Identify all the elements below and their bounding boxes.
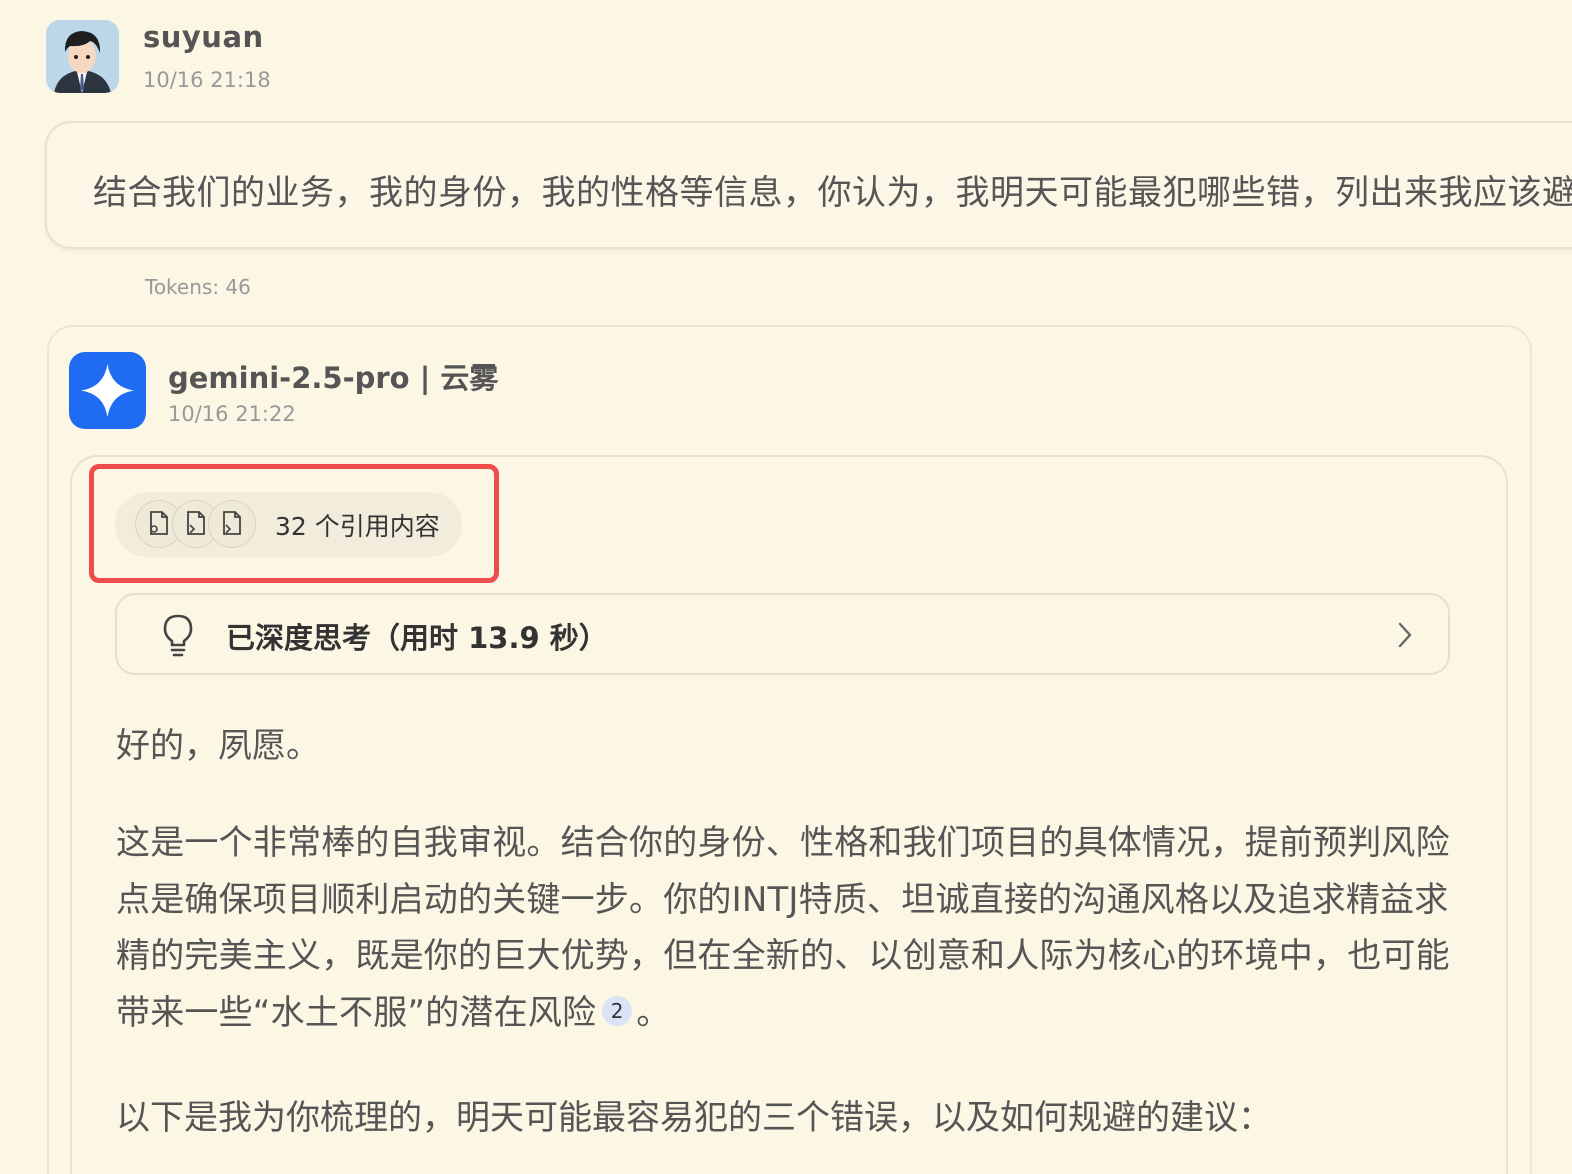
user-message-time: 10/16 21:18: [143, 68, 271, 92]
token-count: Tokens: 46: [145, 275, 251, 299]
user-message-bubble: 结合我们的业务，我的身份，我的性格等信息，你认为，我明天可能最犯哪些错，列出来我…: [45, 121, 1572, 249]
response-intro: 以下是我为你梳理的，明天可能最容易犯的三个错误，以及如何规避的建议：: [116, 1098, 1272, 1138]
response-greeting: 好的，夙愿。: [116, 726, 320, 766]
user-avatar[interactable]: [46, 20, 119, 93]
chevron-right-icon[interactable]: [1395, 620, 1415, 650]
thinking-label: 已深度思考（用时 13.9 秒）: [226, 621, 608, 655]
response-paragraph-text: 这是一个非常棒的自我审视。结合你的身份、性格和我们项目的具体情况，提前预判风险点…: [116, 823, 1450, 1033]
assistant-message-time: 10/16 21:22: [168, 402, 296, 426]
gemini-sparkle-icon: [69, 352, 146, 429]
response-paragraph: 这是一个非常棒的自我审视。结合你的身份、性格和我们项目的具体情况，提前预判风险点…: [116, 815, 1456, 1041]
model-name: gemini-2.5-pro | 云雾: [168, 361, 499, 395]
highlight-box: [89, 464, 499, 583]
response-paragraph-end: 。: [636, 992, 671, 1033]
user-message-text: 结合我们的业务，我的身份，我的性格等信息，你认为，我明天可能最犯哪些错，列出来我…: [93, 173, 1572, 213]
user-name: suyuan: [143, 20, 264, 54]
lightbulb-icon: [160, 612, 196, 658]
chat-page: suyuan 10/16 21:18 结合我们的业务，我的身份，我的性格等信息，…: [0, 0, 1572, 1174]
reference-badge[interactable]: 2: [602, 995, 633, 1026]
